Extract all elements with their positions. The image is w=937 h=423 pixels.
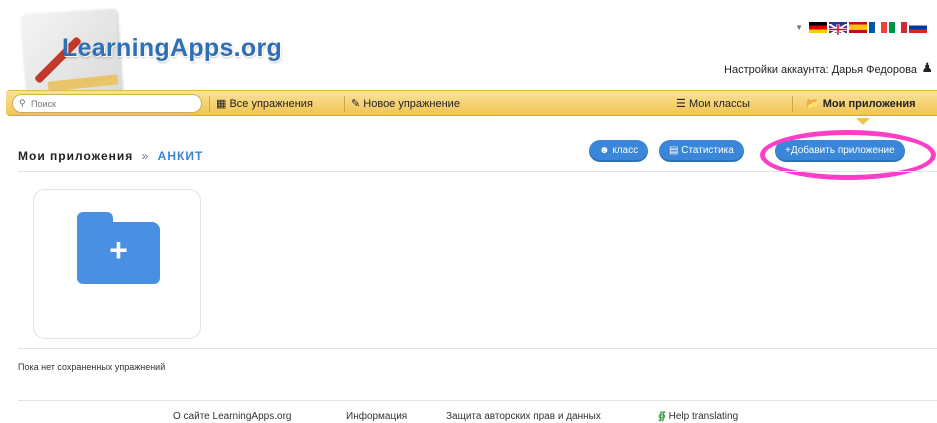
- folder-open-icon: 📂: [806, 98, 820, 110]
- flag-fr-icon[interactable]: [869, 22, 887, 33]
- active-tab-caret: [856, 118, 870, 125]
- account-settings-link[interactable]: Настройки аккаунта: Дарья Федорова: [724, 64, 917, 76]
- nav-divider: [792, 96, 793, 112]
- logo[interactable]: LearningApps.org: [18, 8, 328, 104]
- flag-it-icon[interactable]: [889, 22, 907, 33]
- breadcrumb-section[interactable]: Мои приложения: [18, 149, 133, 163]
- divider: [18, 348, 937, 349]
- divider: [18, 171, 937, 172]
- search-icon: ⚲: [19, 98, 26, 108]
- footer-info-link[interactable]: Информация: [346, 411, 407, 422]
- dropdown-arrow-icon[interactable]: ▼: [795, 23, 803, 32]
- footer-help-link[interactable]: ∯ Help translating: [658, 411, 738, 422]
- pencil-icon: ✎: [351, 98, 361, 110]
- nav-divider: [344, 96, 345, 112]
- user-icon[interactable]: ♟: [921, 60, 933, 76]
- language-selector[interactable]: ▼: [795, 22, 927, 36]
- grid-icon: ▦: [216, 98, 227, 110]
- flag-es-icon[interactable]: [849, 22, 867, 33]
- flag-de-icon[interactable]: [809, 22, 827, 33]
- highlight-circle: [760, 130, 936, 180]
- nav-my-classes[interactable]: ☰ Мои классы: [676, 97, 750, 110]
- search-input[interactable]: [12, 94, 202, 113]
- bar-chart-icon: ▤: [669, 145, 679, 156]
- flag-ru-icon[interactable]: [909, 22, 927, 33]
- add-folder-icon: +: [77, 212, 160, 284]
- nav-new-exercise[interactable]: ✎ Новое упражнение: [351, 97, 460, 110]
- nav-all-exercises[interactable]: ▦ Все упражнения: [216, 97, 313, 110]
- divider: [18, 400, 937, 401]
- footer-about-link[interactable]: О сайте LearningApps.org: [173, 411, 291, 422]
- translate-icon: ∯: [658, 411, 666, 422]
- flag-en-icon[interactable]: [828, 22, 848, 36]
- users-icon: ☻: [599, 145, 610, 156]
- statistics-button[interactable]: ▤ Статистика: [659, 140, 744, 162]
- main-navbar: ⚲ ▦ Все упражнения ✎ Новое упражнение ☰ …: [6, 90, 937, 116]
- nav-my-apps[interactable]: 📂 Мои приложения: [806, 97, 916, 110]
- class-button[interactable]: ☻ класс: [589, 140, 649, 162]
- nav-divider: [209, 96, 210, 112]
- add-app-tile[interactable]: +: [33, 189, 201, 339]
- breadcrumb-separator: »: [141, 149, 150, 163]
- breadcrumb: Мои приложения » АНКИТ: [18, 149, 203, 163]
- breadcrumb-class: АНКИТ: [157, 149, 204, 163]
- folder-plus: +: [109, 232, 128, 268]
- footer-copyright-link[interactable]: Защита авторских прав и данных: [446, 411, 601, 422]
- empty-state-text: Пока нет сохраненных упражнений: [18, 362, 166, 372]
- list-icon: ☰: [676, 98, 686, 110]
- logo-text: LearningApps.org: [62, 34, 283, 62]
